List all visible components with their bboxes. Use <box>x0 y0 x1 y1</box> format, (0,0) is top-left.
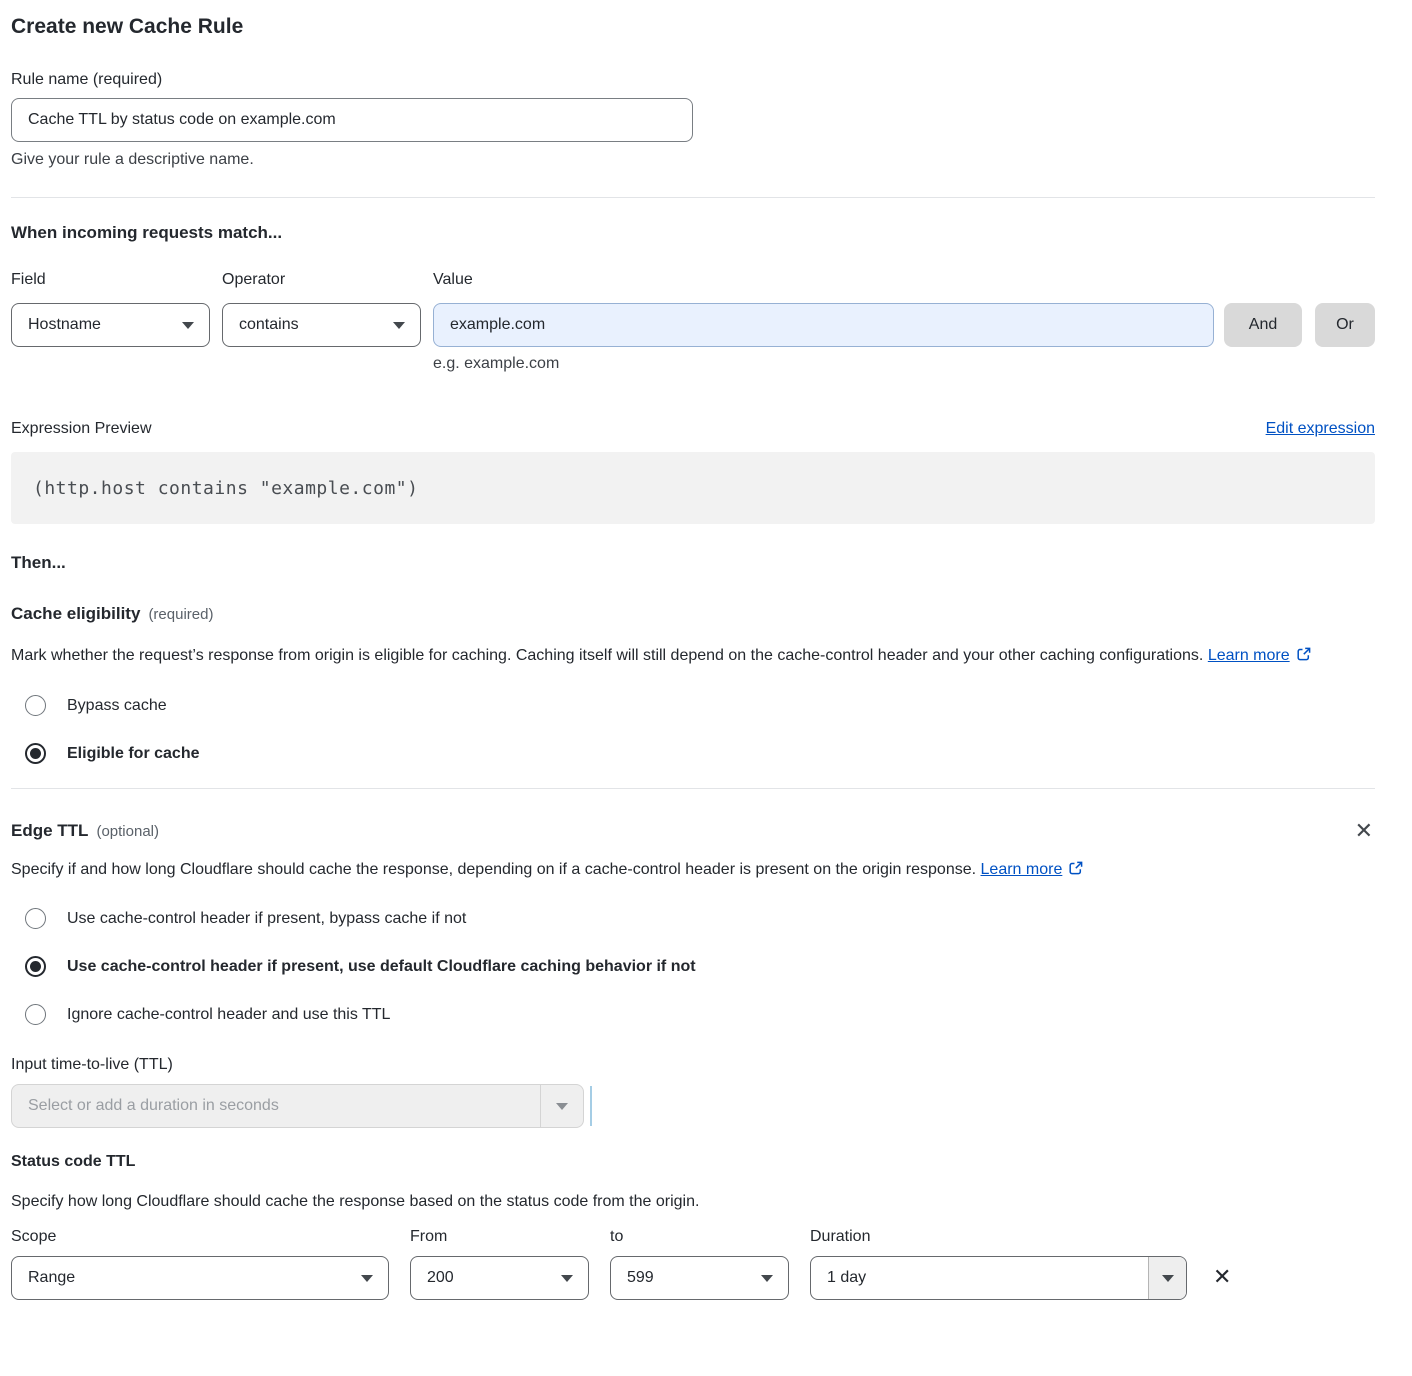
field-select-value: Hostname <box>28 316 101 334</box>
field-label: Field <box>11 270 210 289</box>
cache-eligibility-description: Mark whether the request’s response from… <box>11 642 1375 672</box>
from-select-value: 200 <box>427 1269 454 1287</box>
cache-eligibility-learn-more-link[interactable]: Learn more <box>1208 647 1290 664</box>
edge-ttl-option-bypass-label: Use cache-control header if present, byp… <box>67 910 466 928</box>
create-cache-rule-form: Create new Cache Rule Rule name (require… <box>0 14 1412 1325</box>
edge-ttl-title-row: Edge TTL (optional) <box>11 821 159 841</box>
external-link-icon <box>1296 644 1312 672</box>
eligible-for-cache-option[interactable]: Eligible for cache <box>11 743 1375 764</box>
chevron-down-icon <box>182 322 194 329</box>
eligible-for-cache-label: Eligible for cache <box>67 745 199 763</box>
match-value-input[interactable] <box>433 303 1214 347</box>
section-divider <box>11 788 1375 789</box>
then-heading: Then... <box>11 552 1375 573</box>
operator-select[interactable]: contains <box>222 303 421 347</box>
chevron-down-icon <box>361 1275 373 1282</box>
from-label: From <box>410 1227 589 1246</box>
expression-preview-box: (http.host contains "example.com") <box>11 452 1375 524</box>
value-hint: e.g. example.com <box>433 355 1214 373</box>
chevron-down-icon <box>761 1275 773 1282</box>
match-controls-row: Hostname contains e.g. example.com And O… <box>11 303 1375 373</box>
radio-selected-icon[interactable] <box>25 956 46 977</box>
edge-ttl-option-ignore[interactable]: Ignore cache-control header and use this… <box>11 1004 1375 1025</box>
scope-select-value: Range <box>28 1269 75 1287</box>
expression-preview-label: Expression Preview <box>11 419 152 438</box>
cache-eligibility-options: Bypass cache Eligible for cache <box>11 695 1375 764</box>
edge-ttl-options: Use cache-control header if present, byp… <box>11 908 1375 1025</box>
cache-eligibility-description-text: Mark whether the request’s response from… <box>11 647 1203 664</box>
rule-name-label: Rule name (required) <box>11 70 1375 89</box>
scope-label: Scope <box>11 1227 389 1246</box>
value-label: Value <box>433 270 1214 289</box>
ttl-select-wrap: Select or add a duration in seconds <box>11 1084 1375 1128</box>
section-divider <box>11 197 1375 198</box>
radio-unselected-icon[interactable] <box>25 908 46 929</box>
cache-eligibility-header: Cache eligibility (required) <box>11 604 1375 624</box>
radio-unselected-icon[interactable] <box>25 695 46 716</box>
chevron-down-icon <box>540 1085 583 1127</box>
edge-ttl-description: Specify if and how long Cloudflare shoul… <box>11 856 1111 886</box>
close-icon[interactable]: ✕ <box>1353 821 1375 843</box>
remove-row-icon[interactable]: ✕ <box>1211 1265 1233 1291</box>
field-select[interactable]: Hostname <box>11 303 210 347</box>
edge-ttl-option-default[interactable]: Use cache-control header if present, use… <box>11 956 1375 977</box>
bypass-cache-label: Bypass cache <box>67 697 167 715</box>
cache-eligibility-title: Cache eligibility <box>11 604 140 624</box>
duration-select-value: 1 day <box>811 1257 1148 1299</box>
page-title: Create new Cache Rule <box>11 14 1375 40</box>
required-tag: (required) <box>148 606 213 623</box>
status-code-ttl-controls: Range 200 599 1 day ✕ <box>11 1256 1375 1300</box>
scope-select[interactable]: Range <box>11 1256 389 1300</box>
ttl-duration-placeholder: Select or add a duration in seconds <box>12 1085 540 1127</box>
operator-label: Operator <box>222 270 421 289</box>
edge-ttl-title: Edge TTL <box>11 821 88 841</box>
duration-label: Duration <box>810 1227 1187 1246</box>
edge-ttl-option-ignore-label: Ignore cache-control header and use this… <box>67 1006 390 1024</box>
radio-unselected-icon[interactable] <box>25 1004 46 1025</box>
match-heading: When incoming requests match... <box>11 222 1375 243</box>
bypass-cache-option[interactable]: Bypass cache <box>11 695 1375 716</box>
rule-name-input[interactable] <box>11 98 693 142</box>
edge-ttl-option-default-label: Use cache-control header if present, use… <box>67 958 696 976</box>
to-select-value: 599 <box>627 1269 654 1287</box>
status-code-ttl-heading: Status code TTL <box>11 1152 1375 1171</box>
match-labels-row: Field Operator Value <box>11 270 1375 289</box>
status-code-ttl-labels: Scope From to Duration <box>11 1227 1375 1246</box>
radio-selected-icon[interactable] <box>25 743 46 764</box>
from-select[interactable]: 200 <box>410 1256 589 1300</box>
or-button[interactable]: Or <box>1315 303 1375 347</box>
duration-select[interactable]: 1 day <box>810 1256 1187 1300</box>
edit-expression-link[interactable]: Edit expression <box>1266 420 1375 438</box>
expression-code: (http.host contains "example.com") <box>33 478 418 499</box>
edge-ttl-option-bypass[interactable]: Use cache-control header if present, byp… <box>11 908 1375 929</box>
edge-ttl-description-text: Specify if and how long Cloudflare shoul… <box>11 861 976 878</box>
to-select[interactable]: 599 <box>610 1256 789 1300</box>
chevron-down-icon <box>393 322 405 329</box>
and-button[interactable]: And <box>1224 303 1302 347</box>
status-code-ttl-description: Specify how long Cloudflare should cache… <box>11 1192 1375 1211</box>
chevron-down-icon <box>1148 1257 1186 1299</box>
optional-tag: (optional) <box>96 823 159 840</box>
edge-ttl-header: Edge TTL (optional) ✕ <box>11 821 1375 843</box>
to-label: to <box>610 1227 789 1246</box>
rule-name-help: Give your rule a descriptive name. <box>11 150 1375 169</box>
text-cursor <box>590 1086 592 1126</box>
operator-select-value: contains <box>239 316 299 334</box>
edge-ttl-learn-more-link[interactable]: Learn more <box>981 861 1063 878</box>
chevron-down-icon <box>561 1275 573 1282</box>
ttl-duration-select[interactable]: Select or add a duration in seconds <box>11 1084 584 1128</box>
expression-header: Expression Preview Edit expression <box>11 419 1375 438</box>
ttl-input-label: Input time-to-live (TTL) <box>11 1055 1375 1074</box>
external-link-icon <box>1068 858 1084 886</box>
